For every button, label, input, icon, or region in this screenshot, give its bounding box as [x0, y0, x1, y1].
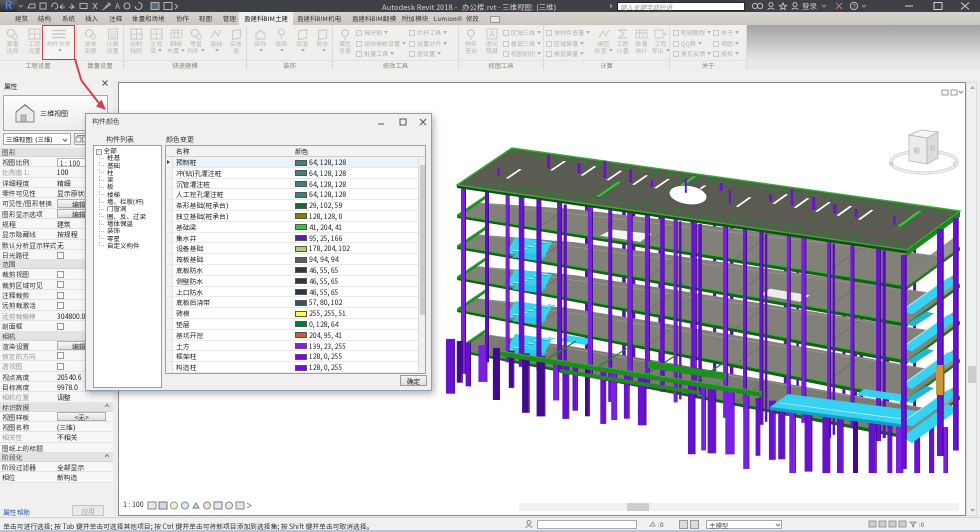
svg-text::0: :0: [919, 520, 924, 529]
svg-text:右: 右: [929, 143, 936, 153]
svg-text:E: E: [953, 161, 956, 168]
svg-text::0: :0: [658, 520, 663, 529]
svg-text:前: 前: [913, 146, 920, 156]
svg-text:登录: 登录: [802, 1, 817, 12]
svg-text:W: W: [889, 161, 894, 168]
svg-text:A: A: [115, 1, 120, 11]
